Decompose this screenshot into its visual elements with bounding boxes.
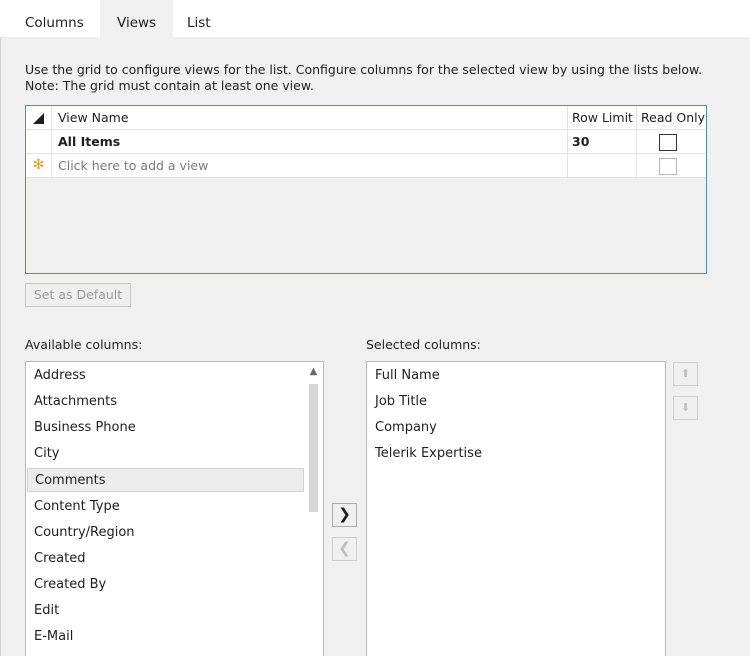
move-left-button[interactable]: ❮ — [332, 537, 357, 561]
available-columns-label: Available columns: — [25, 337, 143, 352]
move-down-button[interactable]: ⬇ — [673, 396, 698, 420]
tab-bar: Columns Views List — [0, 0, 750, 37]
scroll-up-icon[interactable]: ▲ — [304, 362, 323, 382]
list-item[interactable]: Content Type — [27, 495, 304, 519]
row-header[interactable] — [26, 130, 52, 154]
list-item[interactable]: Address — [27, 364, 304, 388]
list-item[interactable]: Created By — [27, 573, 304, 597]
list-item[interactable]: Business Phone — [27, 416, 304, 440]
list-item[interactable]: Company — [368, 416, 664, 440]
column-header-read-only[interactable]: Read Only — [637, 106, 706, 130]
list-item[interactable]: Full Name — [368, 364, 664, 388]
row-limit-cell[interactable]: 30 — [568, 130, 637, 154]
view-name-cell[interactable]: All Items — [52, 130, 568, 154]
set-as-default-button[interactable]: Set as Default — [25, 283, 131, 307]
tab-list[interactable]: List — [170, 0, 228, 37]
list-item[interactable]: Created — [27, 547, 304, 571]
selected-columns-label: Selected columns: — [366, 337, 481, 352]
column-header-row-limit[interactable]: Row Limit — [568, 106, 637, 130]
list-item-highlighted[interactable]: Comments — [27, 468, 304, 492]
tab-views[interactable]: Views — [100, 0, 174, 37]
add-view-placeholder[interactable]: Click here to add a view — [52, 154, 568, 178]
new-read-only-checkbox[interactable] — [659, 158, 677, 175]
description-line-2: Note: The grid must contain at least one… — [25, 78, 314, 93]
list-item[interactable]: E-Mail — [27, 625, 304, 649]
scrollbar-thumb[interactable] — [309, 384, 318, 512]
grid-header-row: View Name Row Limit Read Only — [26, 106, 706, 130]
selected-columns-list[interactable]: Full Name Job Title Company Telerik Expe… — [366, 361, 666, 656]
read-only-cell[interactable] — [637, 130, 706, 154]
move-right-button[interactable]: ❯ — [332, 503, 357, 527]
list-item[interactable]: Attachments — [27, 390, 304, 414]
move-up-button[interactable]: ⬆ — [673, 362, 698, 386]
list-item[interactable]: Country/Region — [27, 521, 304, 545]
list-item[interactable]: City — [27, 442, 304, 466]
read-only-checkbox[interactable] — [659, 134, 677, 151]
list-item[interactable]: Telerik Expertise — [368, 442, 664, 466]
new-row-limit-cell[interactable] — [568, 154, 637, 178]
vertical-scrollbar[interactable]: ▲ — [304, 362, 323, 656]
new-read-only-cell[interactable] — [637, 154, 706, 178]
new-row-star-icon: ✻ — [26, 154, 52, 178]
available-columns-list[interactable]: Address Attachments Business Phone City … — [25, 361, 324, 656]
list-item[interactable]: Edit — [27, 599, 304, 623]
column-header-view-name[interactable]: View Name — [52, 106, 568, 130]
grid-header-corner[interactable] — [26, 106, 52, 130]
description: Use the grid to configure views for the … — [25, 62, 702, 94]
views-grid[interactable]: View Name Row Limit Read Only All Items … — [25, 105, 707, 274]
grid-new-row[interactable]: ✻ Click here to add a view — [26, 154, 706, 178]
grid-row[interactable]: All Items 30 — [26, 130, 706, 154]
sort-triangle-icon — [33, 113, 44, 124]
description-line-1: Use the grid to configure views for the … — [25, 62, 703, 77]
list-item[interactable]: Job Title — [368, 390, 664, 414]
tab-columns[interactable]: Columns — [8, 0, 101, 37]
